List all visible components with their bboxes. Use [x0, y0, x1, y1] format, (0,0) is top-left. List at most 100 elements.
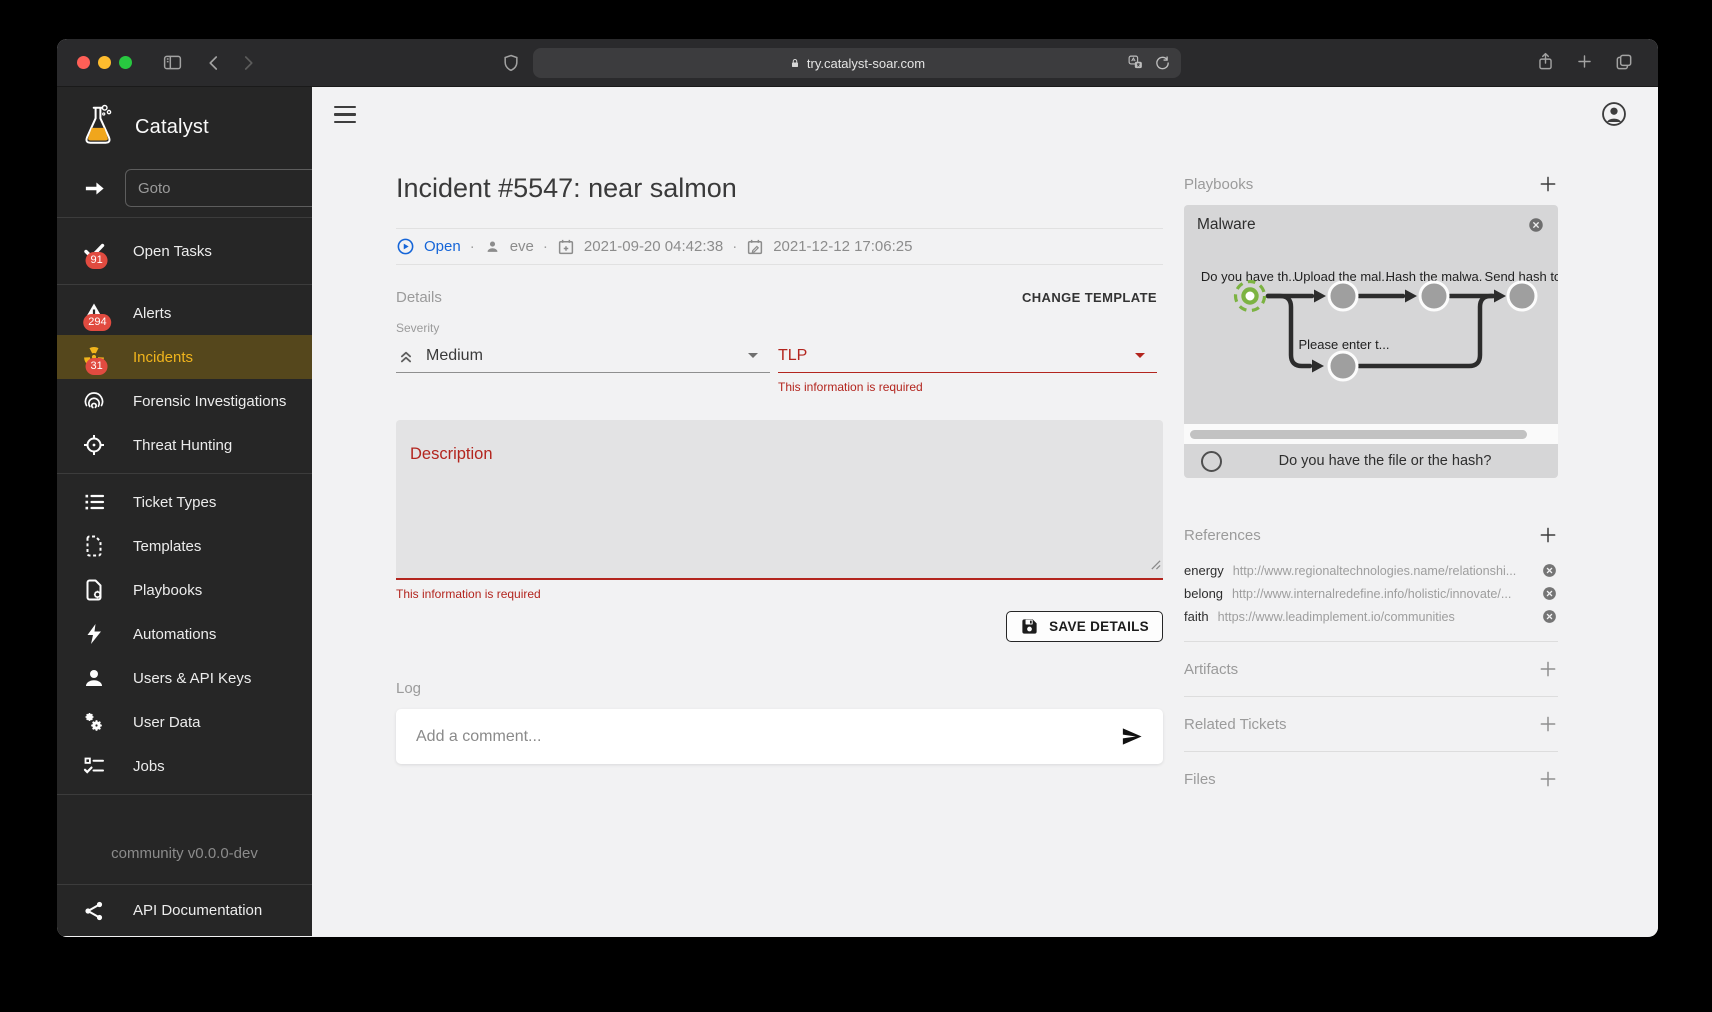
sidebar-item-open-tasks[interactable]: 91 Open Tasks [57, 224, 312, 278]
flow-label-enter: Please enter t... [1298, 337, 1389, 352]
reference-row: faith https://www.leadimplement.io/commu… [1184, 605, 1558, 628]
sidebar-item-incidents[interactable]: 31 Incidents [57, 335, 312, 379]
checklist-icon [81, 753, 107, 779]
back-button[interactable] [205, 54, 223, 72]
sidebar-item-alerts[interactable]: 294 Alerts [57, 291, 312, 335]
flow-node-start[interactable] [1236, 282, 1265, 311]
reference-url[interactable]: http://www.regionaltechnologies.name/rel… [1233, 564, 1532, 578]
send-comment-button[interactable] [1120, 725, 1143, 748]
playbook-scrollbar[interactable] [1190, 430, 1527, 439]
flow-node-send[interactable] [1508, 282, 1536, 310]
add-reference-button[interactable] [1538, 525, 1558, 545]
add-playbook-button[interactable] [1538, 174, 1558, 194]
app-name: Catalyst [135, 116, 209, 139]
reference-url[interactable]: https://www.leadimplement.io/communities [1218, 610, 1532, 624]
reference-name: belong [1184, 586, 1223, 601]
sidebar-item-automations[interactable]: Automations [57, 612, 312, 656]
url-text: try.catalyst-soar.com [807, 56, 925, 71]
add-file-button[interactable] [1538, 769, 1558, 789]
sidebar-item-playbooks[interactable]: Playbooks [57, 568, 312, 612]
flow-node-enter[interactable] [1329, 352, 1357, 380]
reload-icon[interactable] [1154, 54, 1171, 71]
calendar-modified-icon [746, 238, 764, 256]
sidebar-toggle-icon[interactable] [162, 52, 183, 73]
reference-name: energy [1184, 563, 1224, 578]
artifacts-section-label: Artifacts [1184, 661, 1238, 678]
comment-input[interactable] [416, 728, 1120, 746]
translate-icon[interactable] [1127, 54, 1144, 71]
incident-meta-row: Open · eve · 2021-09-20 04:42:38 · [396, 229, 1163, 265]
modified-text: 2021-12-12 17:06:25 [773, 238, 912, 255]
add-related-ticket-button[interactable] [1538, 714, 1558, 734]
playbook-card-malware: Malware Do you have th... Upload the mal… [1184, 205, 1558, 478]
resize-grip-icon[interactable] [1150, 557, 1161, 575]
tlp-value: TLP [778, 347, 807, 365]
reference-row: energy http://www.regionaltechnologies.n… [1184, 559, 1558, 582]
reference-url[interactable]: http://www.internalredefine.info/holisti… [1232, 587, 1532, 601]
divider [1184, 751, 1558, 752]
details-section-label: Details [396, 289, 442, 306]
zoom-window-button[interactable] [119, 56, 132, 69]
sidebar-item-ticket-types[interactable]: Ticket Types [57, 480, 312, 524]
task-label: Do you have the file or the hash? [1184, 453, 1558, 469]
privacy-shield-icon[interactable] [501, 53, 521, 73]
reference-name: faith [1184, 609, 1209, 624]
address-bar[interactable]: try.catalyst-soar.com [533, 48, 1181, 78]
crosshair-icon [81, 432, 107, 458]
comment-card [396, 709, 1163, 764]
minimize-window-button[interactable] [98, 56, 111, 69]
sidebar-item-jobs[interactable]: Jobs [57, 744, 312, 788]
playbook-flow-diagram[interactable]: Do you have th... Upload the mal... Hash… [1184, 241, 1558, 424]
user-avatar-icon[interactable] [1600, 100, 1628, 133]
sidebar-item-templates[interactable]: Templates [57, 524, 312, 568]
sidebar-divider [57, 284, 312, 285]
change-template-button[interactable]: CHANGE TEMPLATE [1016, 282, 1163, 313]
tlp-error-text: This information is required [778, 380, 1157, 394]
playbooks-section-label: Playbooks [1184, 176, 1253, 193]
flow-node-upload[interactable] [1329, 282, 1357, 310]
task-radio-icon[interactable] [1201, 451, 1222, 472]
playbook-scroll-track [1184, 424, 1558, 444]
divider [1184, 696, 1558, 697]
sidebar-item-forensic-investigations[interactable]: Forensic Investigations [57, 379, 312, 423]
severity-medium-icon [396, 346, 416, 366]
sidebar-item-users-api-keys[interactable]: Users & API Keys [57, 656, 312, 700]
playbook-task-row[interactable]: Do you have the file or the hash? [1184, 444, 1558, 478]
traffic-lights [77, 56, 132, 69]
remove-playbook-button[interactable] [1527, 216, 1545, 234]
files-section-label: Files [1184, 771, 1216, 788]
tlp-select[interactable]: TLP [778, 339, 1157, 373]
browser-window: try.catalyst-soar.com [57, 39, 1658, 937]
remove-reference-button[interactable] [1541, 608, 1558, 625]
menu-hamburger-icon[interactable] [334, 106, 356, 128]
tab-overview-icon[interactable] [1614, 51, 1634, 72]
forward-button[interactable] [239, 54, 257, 72]
severity-value: Medium [426, 347, 483, 365]
add-artifact-button[interactable] [1538, 659, 1558, 679]
sidebar-item-api-documentation[interactable]: API Documentation [57, 884, 312, 936]
tlp-field: TLP This information is required [778, 321, 1157, 394]
sidebar-item-threat-hunting[interactable]: Threat Hunting [57, 423, 312, 467]
close-window-button[interactable] [77, 56, 90, 69]
divider [1184, 641, 1558, 642]
lightning-bolt-icon [81, 621, 107, 647]
floppy-disk-icon [1020, 617, 1039, 636]
check-icon: 91 [81, 238, 107, 264]
remove-reference-button[interactable] [1541, 585, 1558, 602]
share-nodes-icon [81, 898, 107, 924]
share-icon[interactable] [1536, 51, 1555, 72]
severity-select[interactable]: Medium [396, 339, 770, 373]
owner-text: eve [510, 238, 534, 255]
log-section-label: Log [396, 680, 1163, 697]
save-details-button[interactable]: SAVE DETAILS [1006, 611, 1163, 642]
version-label: community v0.0.0-dev [57, 845, 312, 884]
flow-node-hash[interactable] [1420, 282, 1448, 310]
playbook-file-gear-icon [81, 577, 107, 603]
new-tab-icon[interactable] [1575, 51, 1594, 72]
sidebar-item-user-data[interactable]: User Data [57, 700, 312, 744]
description-textarea[interactable]: Description [396, 420, 1163, 580]
lock-icon [789, 57, 801, 70]
template-file-icon [81, 533, 107, 559]
remove-reference-button[interactable] [1541, 562, 1558, 579]
status-text[interactable]: Open [424, 238, 461, 255]
